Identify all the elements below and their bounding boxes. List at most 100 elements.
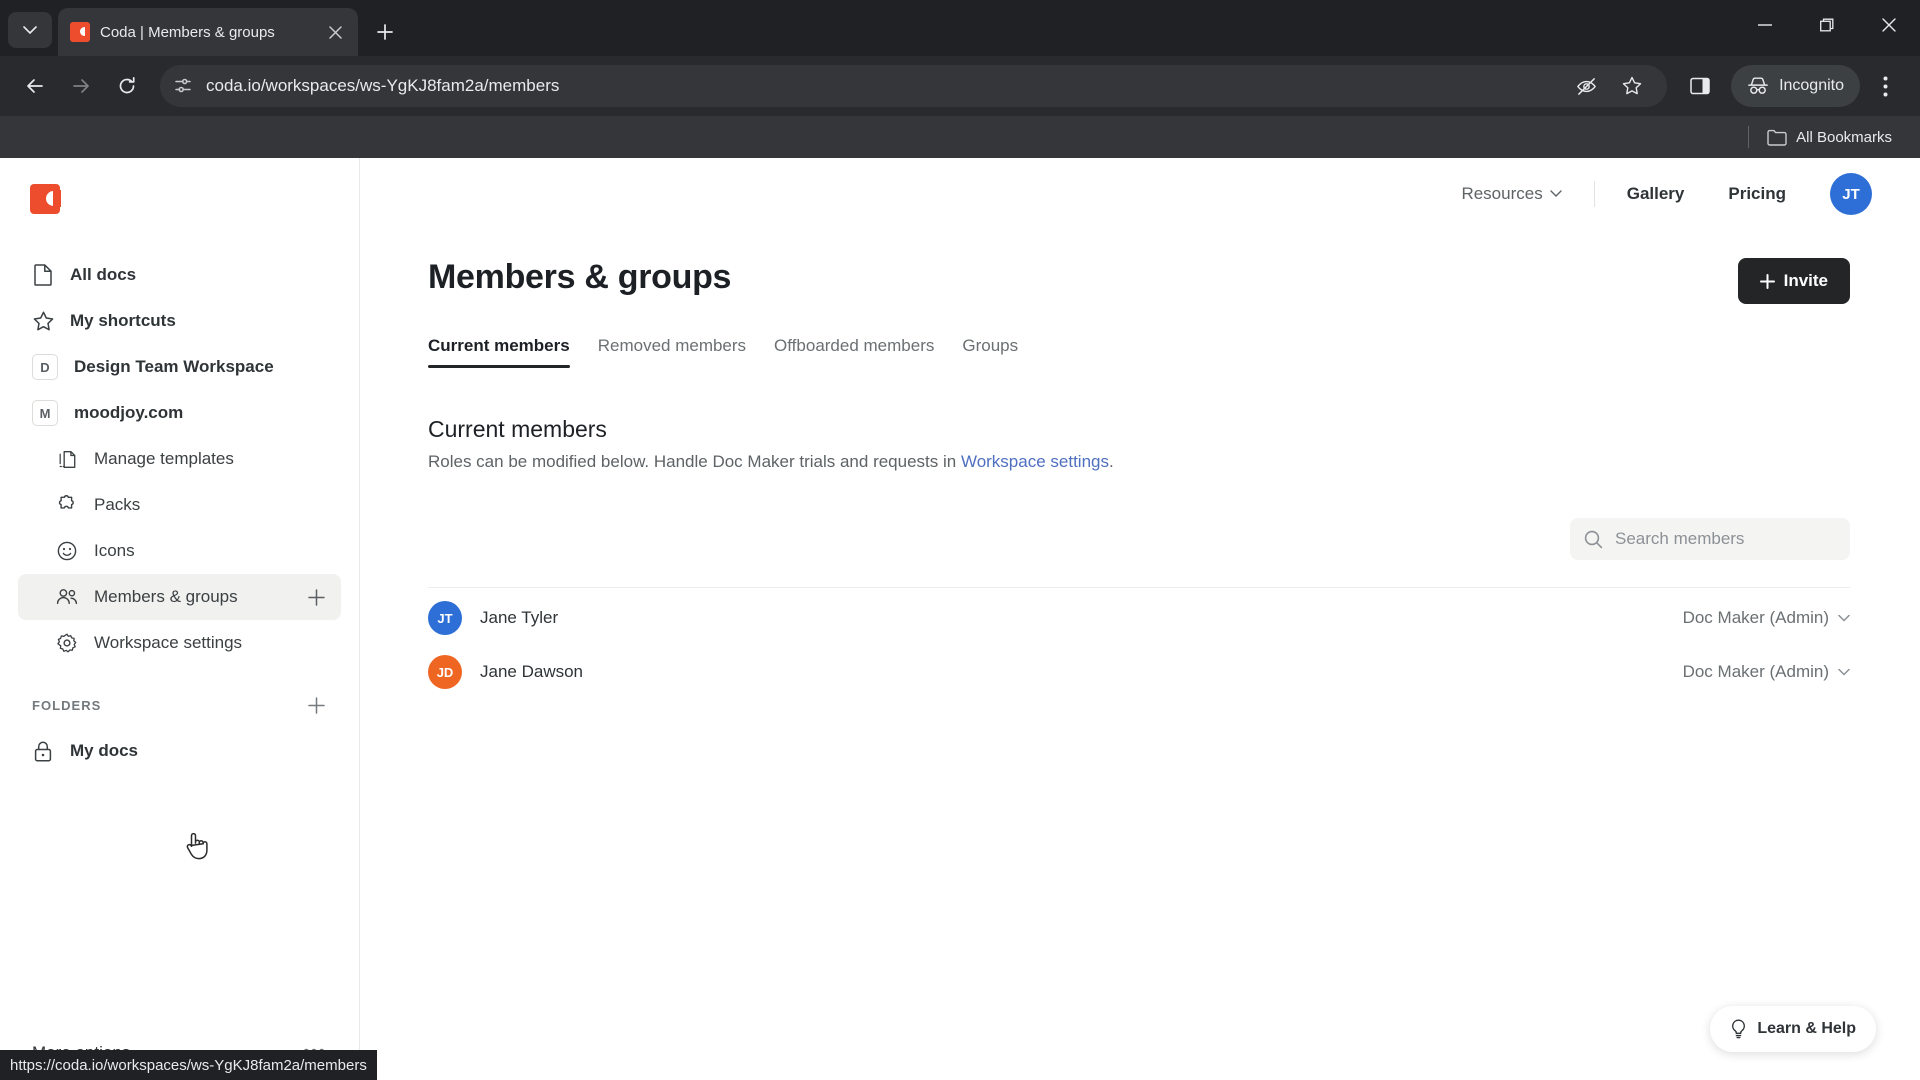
plus-icon: [307, 696, 325, 714]
plus-icon: [377, 24, 393, 40]
member-role-dropdown[interactable]: Doc Maker (Admin): [1683, 608, 1850, 628]
gear-icon: [56, 632, 78, 654]
lightbulb-icon: [1732, 1019, 1746, 1039]
members-tabs: Current members Removed members Offboard…: [428, 336, 1850, 368]
workspace-badge: M: [32, 400, 58, 426]
incognito-indicator[interactable]: Incognito: [1731, 65, 1860, 107]
add-folder-button[interactable]: [305, 694, 327, 716]
coda-favicon: [70, 22, 90, 42]
add-member-button[interactable]: [305, 586, 327, 608]
search-members-box[interactable]: [1570, 518, 1850, 560]
chrome-menu-button[interactable]: [1864, 65, 1906, 107]
chevron-down-icon: [1838, 668, 1850, 676]
top-navigation: Resources Gallery Pricing JT: [360, 158, 1920, 230]
sidebar-item-moodjoy-com[interactable]: M moodjoy.com: [18, 390, 341, 436]
all-bookmarks-button[interactable]: All Bookmarks: [1761, 125, 1898, 150]
member-name: Jane Tyler: [480, 608, 559, 627]
window-controls: [1734, 0, 1920, 50]
browser-window: Coda | Members & groups coda.io/workspac…: [0, 0, 1920, 1080]
nav-gallery[interactable]: Gallery: [1605, 184, 1707, 204]
tab-search-button[interactable]: [8, 12, 52, 48]
sidebar-item-design-team-workspace[interactable]: D Design Team Workspace: [18, 344, 341, 390]
arrow-left-icon: [27, 79, 43, 93]
table-row[interactable]: JD Jane Dawson Doc Maker (Admin): [428, 642, 1850, 696]
minimize-button[interactable]: [1734, 0, 1796, 50]
user-avatar[interactable]: JT: [1830, 173, 1872, 215]
workspace-badge: D: [32, 354, 58, 380]
forward-button[interactable]: [60, 65, 102, 107]
tracking-protection-icon[interactable]: [1565, 65, 1607, 107]
omnibox-actions: [1565, 65, 1653, 107]
workspace-settings-link[interactable]: Workspace settings: [961, 452, 1109, 471]
tab-current-members[interactable]: Current members: [428, 336, 570, 368]
browser-tabstrip: Coda | Members & groups: [0, 0, 1920, 56]
member-role-label: Doc Maker (Admin): [1682, 608, 1829, 627]
document-icon: [32, 264, 54, 286]
invite-button[interactable]: Invite: [1737, 258, 1850, 304]
sidebar-item-label: Packs: [94, 495, 141, 514]
address-bar[interactable]: coda.io/workspaces/ws-YgKJ8fam2a/members: [160, 65, 1668, 107]
side-panel-icon: [1690, 77, 1710, 95]
new-tab-button[interactable]: [366, 13, 404, 51]
sidebar-item-my-shortcuts[interactable]: My shortcuts: [18, 298, 341, 344]
maximize-button[interactable]: [1796, 0, 1858, 50]
reload-icon: [119, 76, 135, 94]
sidebar-item-label: Design Team Workspace: [74, 357, 274, 376]
sidebar-item-label: Workspace settings: [94, 633, 243, 652]
people-icon: [56, 586, 78, 608]
invite-label: Invite: [1783, 271, 1828, 290]
sidebar-item-label: moodjoy.com: [74, 403, 184, 422]
page-body: All docs My shortcuts D Design Team Work…: [0, 158, 1920, 1080]
url-text: coda.io/workspaces/ws-YgKJ8fam2a/members: [206, 76, 560, 95]
status-url: https://coda.io/workspaces/ws-YgKJ8fam2a…: [10, 1056, 367, 1074]
chevron-down-icon: [23, 25, 37, 34]
incognito-label: Incognito: [1779, 77, 1844, 94]
template-icon: [56, 448, 78, 470]
sidebar-item-workspace-settings[interactable]: Workspace settings: [18, 620, 341, 666]
tab-offboarded-members[interactable]: Offboarded members: [774, 336, 934, 368]
close-icon[interactable]: [324, 21, 346, 43]
folders-label: FOLDERS: [32, 697, 102, 713]
learn-and-help-button[interactable]: Learn & Help: [1710, 1006, 1876, 1052]
member-name: Jane Dawson: [480, 662, 584, 681]
member-role-dropdown[interactable]: Doc Maker (Admin): [1683, 662, 1850, 682]
sidebar-item-label: Members & groups: [94, 587, 238, 606]
star-icon: [32, 310, 54, 332]
bookmark-star-icon[interactable]: [1611, 65, 1653, 107]
plus-icon: [307, 588, 325, 606]
sidebar-item-label: My shortcuts: [70, 311, 176, 330]
sidebar-item-packs[interactable]: Packs: [18, 482, 341, 528]
browser-toolbar: coda.io/workspaces/ws-YgKJ8fam2a/members…: [0, 56, 1920, 116]
sidebar-item-all-docs[interactable]: All docs: [18, 252, 341, 298]
kebab-menu-icon: [1883, 76, 1887, 96]
section-description: Roles can be modified below. Handle Doc …: [428, 452, 1850, 472]
section-description-period: .: [1108, 452, 1114, 471]
back-button[interactable]: [14, 65, 56, 107]
learn-and-help-label: Learn & Help: [1757, 1020, 1856, 1037]
table-row[interactable]: JT Jane Tyler Doc Maker (Admin): [428, 588, 1850, 642]
sidebar-item-members-groups[interactable]: Members & groups: [18, 574, 341, 620]
reload-button[interactable]: [106, 65, 148, 107]
sidebar-item-my-docs[interactable]: My docs: [18, 728, 341, 774]
app-sidebar: All docs My shortcuts D Design Team Work…: [0, 158, 360, 1080]
main-content: Resources Gallery Pricing JT Members & g…: [360, 158, 1920, 1080]
bookmarks-divider: [1748, 126, 1750, 148]
site-settings-icon: [175, 78, 191, 93]
sidebar-item-icons[interactable]: Icons: [18, 528, 341, 574]
coda-logo-icon[interactable]: [30, 184, 61, 214]
close-window-button[interactable]: [1858, 0, 1920, 50]
search-icon: [1584, 530, 1603, 548]
members-page: Members & groups Invite Current members …: [360, 230, 1920, 696]
nav-pricing[interactable]: Pricing: [1706, 184, 1808, 204]
search-input[interactable]: [1615, 529, 1836, 549]
sidebar-item-manage-templates[interactable]: Manage templates: [18, 436, 341, 482]
side-panel-button[interactable]: [1679, 65, 1721, 107]
tab-groups[interactable]: Groups: [962, 336, 1018, 368]
folders-section-header: FOLDERS: [18, 684, 341, 726]
tab-removed-members[interactable]: Removed members: [598, 336, 746, 368]
incognito-icon: [1748, 77, 1768, 94]
browser-tab[interactable]: Coda | Members & groups: [58, 8, 358, 56]
page-header: Members & groups Invite: [428, 258, 1850, 304]
status-bar: https://coda.io/workspaces/ws-YgKJ8fam2a…: [0, 1050, 377, 1080]
nav-resources[interactable]: Resources: [1439, 184, 1583, 204]
